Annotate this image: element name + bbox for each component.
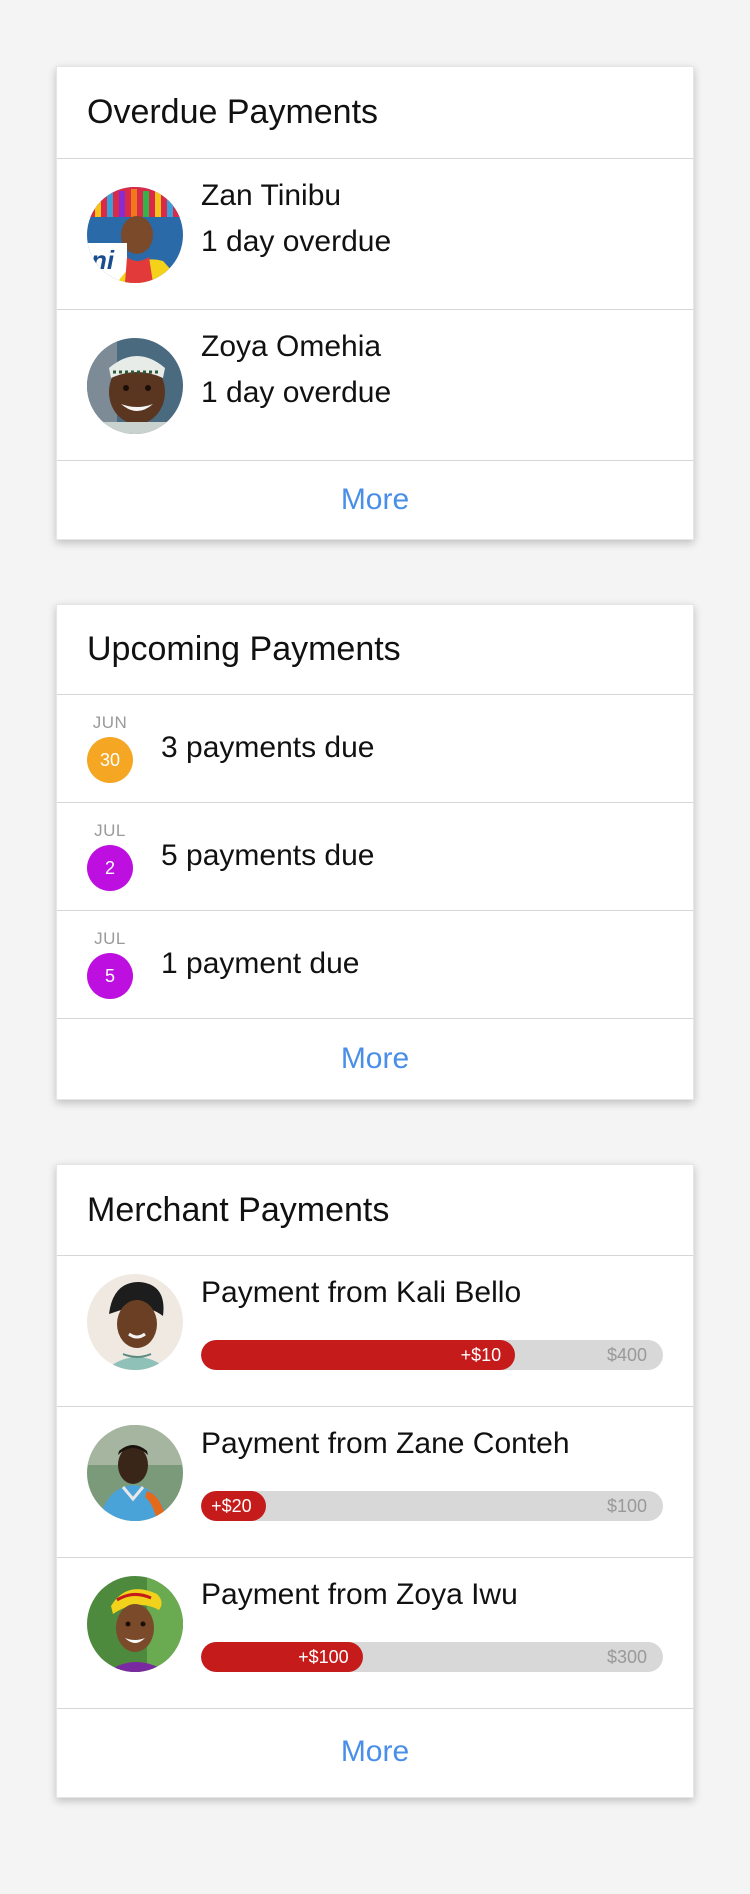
upcoming-item[interactable]: JUN 30 3 payments due	[57, 695, 693, 803]
payment-progress-fill: +$100	[201, 1642, 363, 1672]
upcoming-item[interactable]: JUL 5 1 payment due	[57, 911, 693, 1019]
merchant-payments-card: Merchant Payments Payment from Kali Bell…	[56, 1164, 694, 1798]
date-day-circle: 5	[87, 953, 133, 999]
overdue-more-link[interactable]: More	[57, 461, 693, 538]
date-month: JUL	[94, 929, 126, 948]
date-badge: JUL 5	[87, 929, 133, 999]
overdue-status: 1 day overdue	[201, 225, 392, 258]
overdue-status: 1 day overdue	[201, 376, 392, 409]
payments-due-text: 5 payments due	[161, 839, 375, 872]
payments-due-text: 1 payment due	[161, 947, 360, 980]
merchant-payment-title: Payment from Zoya Iwu	[201, 1578, 518, 1611]
payment-progress-bar: $400 +$10	[201, 1340, 663, 1370]
overdue-person-name: Zoya Omehia	[201, 330, 382, 363]
date-month: JUL	[94, 821, 126, 840]
date-day-circle: 30	[87, 737, 133, 783]
payments-due-text: 3 payments due	[161, 731, 375, 764]
date-badge: JUN 30	[87, 713, 133, 783]
person-avatar-kufi-cap	[87, 338, 183, 434]
payment-total: $400	[606, 1344, 647, 1365]
payment-progress-fill: +$20	[201, 1491, 266, 1521]
overdue-payments-card: Overdue Payments ni Zan Tinibu 1 day ove…	[56, 66, 694, 540]
person-avatar-headwrap	[87, 1274, 183, 1370]
person-avatar-colorful-hat: ni	[87, 187, 183, 283]
merchant-more-link[interactable]: More	[57, 1709, 693, 1795]
upcoming-more-link[interactable]: More	[57, 1019, 693, 1099]
payment-total: $100	[606, 1495, 647, 1516]
payment-total: $300	[606, 1646, 647, 1667]
merchant-item[interactable]: Payment from Zoya Iwu $300 +$100	[57, 1558, 693, 1709]
payment-progress-bar: $300 +$100	[201, 1642, 663, 1672]
merchant-item[interactable]: Payment from Zane Conteh $100 +$20	[57, 1407, 693, 1558]
merchant-payment-title: Payment from Zane Conteh	[201, 1427, 570, 1460]
svg-text:ni: ni	[91, 245, 115, 275]
date-day-circle: 2	[87, 845, 133, 891]
overdue-item[interactable]: Zoya Omehia 1 day overdue	[57, 310, 693, 461]
upcoming-payments-title: Upcoming Payments	[57, 605, 693, 695]
person-avatar-yellow-headwrap	[87, 1576, 183, 1672]
upcoming-item[interactable]: JUL 2 5 payments due	[57, 803, 693, 911]
merchant-payments-title: Merchant Payments	[57, 1165, 693, 1256]
merchant-payment-title: Payment from Kali Bello	[201, 1276, 522, 1309]
date-badge: JUL 2	[87, 821, 133, 891]
person-avatar-blue-shirt	[87, 1425, 183, 1521]
upcoming-payments-card: Upcoming Payments JUN 30 3 payments due …	[56, 604, 694, 1100]
merchant-item[interactable]: Payment from Kali Bello $400 +$10	[57, 1256, 693, 1407]
payment-progress-bar: $100 +$20	[201, 1491, 663, 1521]
payment-progress-fill: +$10	[201, 1340, 516, 1370]
date-month: JUN	[92, 713, 128, 732]
overdue-item[interactable]: ni Zan Tinibu 1 day overdue	[57, 159, 693, 310]
overdue-person-name: Zan Tinibu	[201, 179, 342, 212]
overdue-payments-title: Overdue Payments	[57, 67, 693, 159]
